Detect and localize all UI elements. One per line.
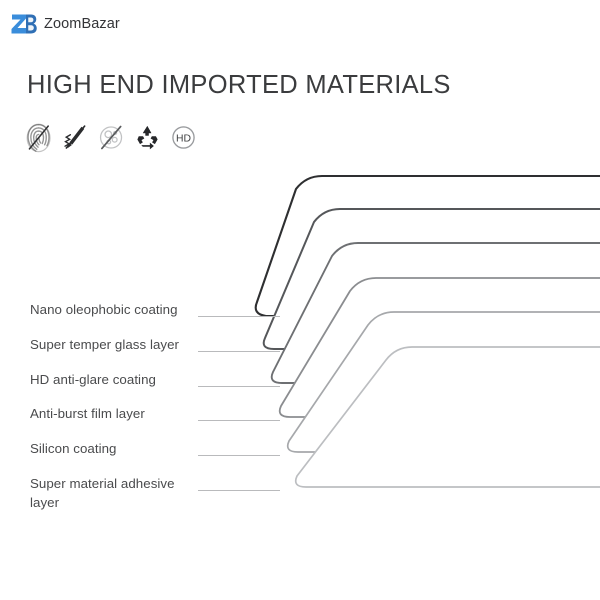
leader-line [198,378,280,387]
callout-label: Silicon coating [30,441,117,456]
callout-list: Nano oleophobic coating Super temper gla… [0,0,600,600]
callout-super-material-adhesive-layer: Super material adhesive layer [30,474,280,513]
callout-label: HD anti-glare coating [30,372,156,387]
callout-nano-oleophobic-coating: Nano oleophobic coating [30,300,280,319]
leader-line [198,482,280,491]
callout-label: Nano oleophobic coating [30,302,178,317]
callout-label: Super material adhesive layer [30,476,175,511]
leader-line [198,447,280,456]
callout-super-temper-glass-layer: Super temper glass layer [30,335,280,354]
product-infographic: ZoomBazar HIGH END IMPORTED MATERIALS HD… [0,0,600,600]
callout-hd-anti-glare-coating: HD anti-glare coating [30,370,280,389]
callout-label: Anti-burst film layer [30,406,145,421]
callout-silicon-coating: Silicon coating [30,439,280,458]
leader-line [198,412,280,421]
leader-line [198,343,280,352]
callout-label: Super temper glass layer [30,337,180,352]
leader-line [198,308,280,317]
callout-anti-burst-film-layer: Anti-burst film layer [30,404,280,423]
